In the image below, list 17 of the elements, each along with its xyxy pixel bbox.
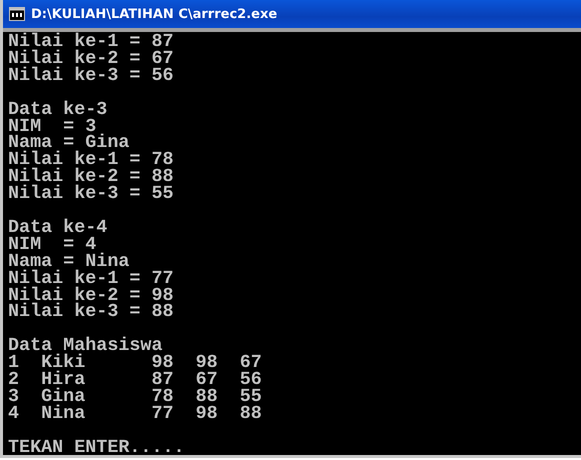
window-title: D:\KULIAH\LATIHAN C\arrrec2.exe <box>31 6 278 22</box>
console-line: 2 Hira 87 67 56 <box>8 372 263 389</box>
console-line: Nilai ke-3 = 55 <box>8 186 175 204</box>
console-line: NIM = 3 <box>8 118 96 136</box>
console-line: Nilai ke-3 = 88 <box>8 304 175 322</box>
console-line: Nilai ke-2 = 67 <box>8 50 175 68</box>
console-line: 4 Nina 77 98 88 <box>8 406 263 423</box>
console-line: Nilai ke-1 = 87 <box>8 34 175 51</box>
console-line: Data ke-4 <box>8 220 108 237</box>
console-line: Data ke-3 <box>8 102 108 119</box>
console-line: Nilai ke-1 = 77 <box>8 270 175 288</box>
console-line: NIM = 4 <box>8 236 96 254</box>
console-line: TEKAN ENTER..... <box>8 440 186 455</box>
console-icon <box>9 7 25 21</box>
console-line: Nama = Nina <box>8 254 130 271</box>
console-line: 3 Gina 78 88 55 <box>8 388 263 406</box>
console-line: Nilai ke-3 = 56 <box>8 68 175 85</box>
